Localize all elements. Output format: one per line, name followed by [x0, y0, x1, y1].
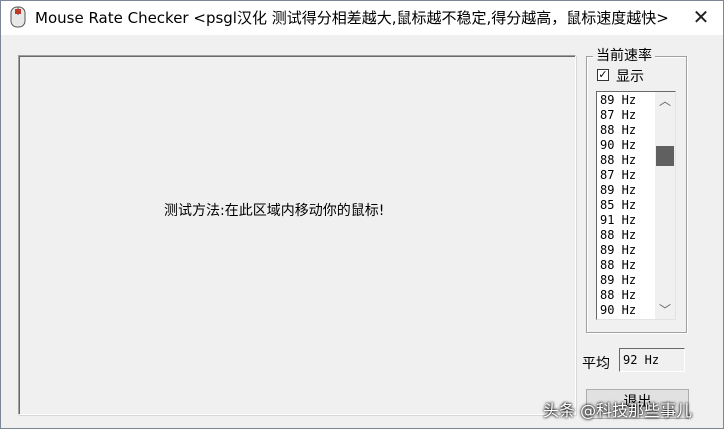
rate-list: 89 Hz 87 Hz 88 Hz 90 Hz 88 Hz 87 Hz 89 H… [600, 93, 636, 318]
rate-item[interactable]: 88 Hz [600, 228, 636, 243]
average-value-field: 92 Hz [619, 348, 685, 372]
window-title: Mouse Rate Checker <psgl汉化 测试得分相差越大,鼠标越不… [35, 9, 669, 27]
rate-item[interactable]: 89 Hz [600, 243, 636, 258]
watermark: 头条 @科技那些事儿 [543, 401, 693, 420]
rate-item[interactable]: 91 Hz [600, 213, 636, 228]
rate-item[interactable]: 90 Hz [600, 303, 636, 318]
chevron-up-icon[interactable]: ︿ [655, 92, 675, 110]
scroll-thumb[interactable] [656, 146, 674, 166]
rate-item[interactable]: 90 Hz [600, 138, 636, 153]
rate-item[interactable]: 89 Hz [600, 183, 636, 198]
close-icon[interactable]: ✕ [689, 5, 713, 29]
test-instruction: 测试方法:在此区域内移动你的鼠标! [164, 203, 385, 219]
rate-item[interactable]: 89 Hz [600, 93, 636, 108]
rate-list-scrollbar[interactable]: ︿ ﹀ [655, 92, 675, 319]
show-checkbox[interactable]: ✓ [597, 69, 609, 81]
app-window: Mouse Rate Checker <psgl汉化 测试得分相差越大,鼠标越不… [0, 0, 724, 429]
rate-item[interactable]: 88 Hz [600, 258, 636, 273]
rate-item[interactable]: 85 Hz [600, 198, 636, 213]
rate-listbox[interactable]: 89 Hz 87 Hz 88 Hz 90 Hz 88 Hz 87 Hz 89 H… [596, 91, 676, 320]
average-label: 平均 [582, 356, 610, 372]
mouse-app-icon [9, 6, 27, 28]
rate-item[interactable]: 88 Hz [600, 123, 636, 138]
rate-item[interactable]: 87 Hz [600, 108, 636, 123]
mouse-test-area[interactable]: 测试方法:在此区域内移动你的鼠标! [18, 55, 576, 415]
rate-item[interactable]: 88 Hz [600, 153, 636, 168]
current-rate-title: 当前速率 [593, 45, 655, 65]
title-bar[interactable]: Mouse Rate Checker <psgl汉化 测试得分相差越大,鼠标越不… [1, 1, 723, 35]
chevron-down-icon[interactable]: ﹀ [655, 301, 675, 319]
rate-item[interactable]: 89 Hz [600, 273, 636, 288]
rate-item[interactable]: 88 Hz [600, 288, 636, 303]
check-mark-icon: ✓ [598, 68, 608, 81]
show-label: 显示 [616, 69, 644, 85]
rate-item[interactable]: 87 Hz [600, 168, 636, 183]
